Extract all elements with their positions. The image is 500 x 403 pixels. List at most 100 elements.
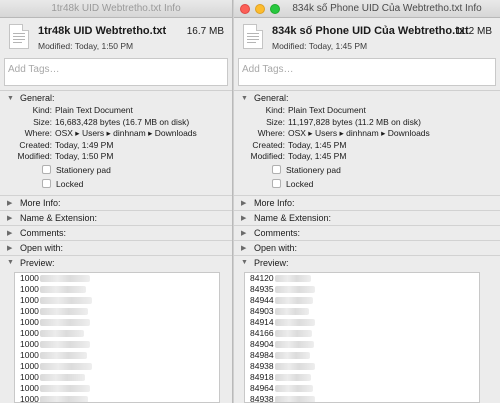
section-label: More Info: [254, 197, 295, 208]
preview-line: 1000 [15, 350, 219, 361]
disclosure-triangle-right-icon[interactable]: ▶ [7, 199, 16, 207]
titlebar[interactable]: 1tr48k UID Webtretho.txt Info [0, 0, 232, 18]
preview-line: 1000 [15, 284, 219, 295]
modified-value: Today, 1:45 PM [288, 151, 347, 161]
section-label: Open with: [254, 242, 298, 253]
disclosure-triangle-down-icon[interactable]: ▼ [7, 259, 16, 266]
section-comments[interactable]: ▶ Comments: [0, 226, 232, 240]
preview-line: 84914 [245, 317, 479, 328]
size-value: 11,197,828 bytes (11.2 MB on disk) [288, 116, 421, 127]
preview-line: 84944 [245, 295, 479, 306]
preview-line: 1000 [15, 273, 219, 284]
disclosure-triangle-right-icon[interactable]: ▶ [7, 229, 16, 237]
tags-field[interactable] [4, 58, 228, 86]
file-size: 16.7 MB [186, 26, 224, 37]
section-label: Comments: [20, 227, 67, 238]
disclosure-triangle-right-icon[interactable]: ▶ [241, 199, 250, 207]
preview-pane[interactable]: 84120 84935 84944 84903 84914 84166 8490… [244, 272, 480, 403]
preview-pane[interactable]: 1000 1000 1000 1000 1000 1000 1000 1000 … [14, 272, 220, 403]
disclosure-triangle-right-icon[interactable]: ▶ [241, 244, 250, 252]
checkbox-box[interactable] [272, 179, 281, 188]
preview-line: 84918 [245, 372, 479, 383]
file-header: 834k số Phone UID Của Webtretho.txt 11.2… [234, 18, 500, 58]
section-label: General: [254, 93, 289, 103]
section-preview[interactable]: ▼ Preview: [234, 256, 500, 270]
kind-label: Kind: [265, 105, 285, 115]
info-window-right: 834k số Phone UID Của Webtretho.txt Info… [234, 0, 500, 403]
section-label: Name & Extension: [20, 212, 98, 223]
text-document-icon [243, 24, 263, 49]
locked-checkbox[interactable]: Locked [234, 177, 500, 191]
preview-line: 84964 [245, 383, 479, 394]
disclosure-triangle-right-icon[interactable]: ▶ [7, 244, 16, 252]
created-label: Created: [252, 139, 285, 150]
section-general[interactable]: ▼ General: [234, 91, 500, 105]
titlebar[interactable]: 834k số Phone UID Của Webtretho.txt Info [234, 0, 500, 18]
tags-input[interactable] [5, 59, 227, 79]
size-label: Size: [33, 116, 52, 127]
file-size: 11.2 MB [455, 26, 493, 37]
tags-input[interactable] [239, 59, 495, 79]
where-value: OSX ▸ Users ▸ dinhnam ▸ Downloads [55, 128, 197, 138]
section-name-extension[interactable]: ▶ Name & Extension: [0, 211, 232, 225]
stationery-pad-checkbox[interactable]: Stationery pad [0, 163, 232, 177]
kind-label: Kind: [32, 105, 52, 115]
checkbox-box[interactable] [42, 165, 51, 174]
kind-value: Plain Text Document [55, 105, 133, 115]
locked-checkbox[interactable]: Locked [0, 177, 232, 191]
disclosure-triangle-down-icon[interactable]: ▼ [241, 259, 250, 266]
preview-line: 1000 [15, 295, 219, 306]
modified-label: Modified: [250, 151, 286, 161]
kind-value: Plain Text Document [288, 105, 366, 115]
created-value: Today, 1:49 PM [55, 139, 114, 150]
section-more-info[interactable]: ▶ More Info: [0, 196, 232, 210]
created-label: Created: [19, 139, 52, 150]
section-label: Preview: [254, 257, 289, 268]
preview-line: 84984 [245, 350, 479, 361]
disclosure-triangle-down-icon[interactable]: ▼ [7, 95, 16, 102]
preview-line: 1000 [15, 372, 219, 383]
checkbox-box[interactable] [272, 165, 281, 174]
disclosure-triangle-right-icon[interactable]: ▶ [241, 229, 250, 237]
section-general[interactable]: ▼ General: [0, 91, 232, 105]
preview-line: 84935 [245, 284, 479, 295]
size-label: Size: [266, 116, 285, 127]
checkbox-label: Locked [286, 178, 314, 189]
checkbox-label: Stationery pad [56, 164, 111, 175]
modified-value: Today, 1:50 PM [55, 151, 114, 161]
tags-field[interactable] [238, 58, 496, 86]
preview-line: 84938 [245, 361, 479, 372]
section-label: More Info: [20, 197, 61, 208]
preview-line: 1000 [15, 383, 219, 394]
preview-line: 1000 [15, 317, 219, 328]
checkbox-box[interactable] [42, 179, 51, 188]
info-window-left: 1tr48k UID Webtretho.txt Info 1tr48k UID… [0, 0, 233, 403]
file-header: 1tr48k UID Webtretho.txt 16.7 MB Modifie… [0, 18, 232, 58]
section-label: General: [20, 93, 55, 103]
file-name: 834k số Phone UID Của Webtretho.txt [272, 25, 469, 37]
preview-line: 1000 [15, 394, 219, 402]
section-open-with[interactable]: ▶ Open with: [234, 241, 500, 255]
modified-line: Modified: Today, 1:50 PM [38, 41, 134, 51]
section-comments[interactable]: ▶ Comments: [234, 226, 500, 240]
section-label: Name & Extension: [254, 212, 332, 223]
section-preview[interactable]: ▼ Preview: [0, 256, 232, 270]
disclosure-triangle-right-icon[interactable]: ▶ [7, 214, 16, 222]
window-title: 1tr48k UID Webtretho.txt Info [51, 3, 181, 14]
disclosure-triangle-right-icon[interactable]: ▶ [241, 214, 250, 222]
section-open-with[interactable]: ▶ Open with: [0, 241, 232, 255]
text-document-icon [9, 24, 29, 49]
disclosure-triangle-down-icon[interactable]: ▼ [241, 95, 250, 102]
section-more-info[interactable]: ▶ More Info: [234, 196, 500, 210]
preview-line: 84120 [245, 273, 479, 284]
created-value: Today, 1:45 PM [288, 139, 347, 150]
general-info-grid: Kind: Plain Text Document Size: 16,683,4… [4, 105, 232, 163]
general-info-grid: Kind: Plain Text Document Size: 11,197,8… [238, 105, 500, 163]
checkbox-label: Locked [56, 178, 84, 189]
section-name-extension[interactable]: ▶ Name & Extension: [234, 211, 500, 225]
where-value: OSX ▸ Users ▸ dinhnam ▸ Downloads [288, 128, 430, 138]
window-title: 834k số Phone UID Của Webtretho.txt Info [292, 3, 482, 14]
file-name: 1tr48k UID Webtretho.txt [38, 25, 167, 37]
stationery-pad-checkbox[interactable]: Stationery pad [234, 163, 500, 177]
preview-line: 84166 [245, 328, 479, 339]
